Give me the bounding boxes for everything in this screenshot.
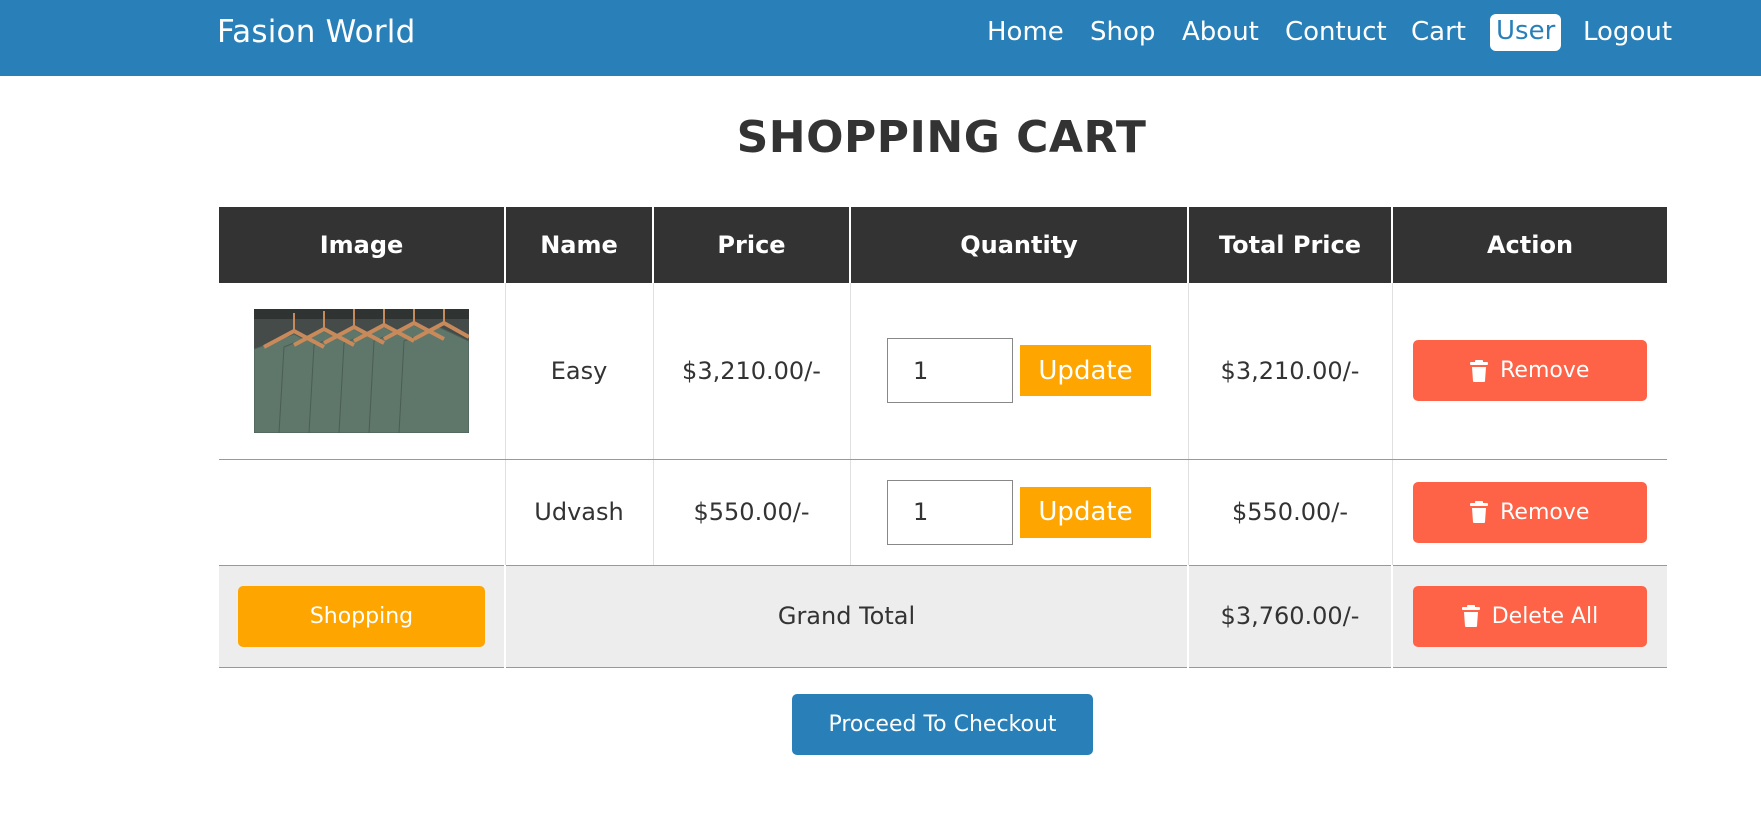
- quantity-input[interactable]: [887, 338, 1013, 404]
- image-cell: [219, 459, 505, 566]
- nav-contact[interactable]: Contuct: [1285, 15, 1387, 49]
- continue-shopping-button[interactable]: Shopping: [238, 585, 485, 647]
- shopping-cell: Shopping: [219, 565, 505, 668]
- grand-total-label: Grand Total: [504, 565, 1188, 668]
- nav-about[interactable]: About: [1182, 15, 1259, 49]
- quantity-input[interactable]: [887, 479, 1013, 545]
- header-image: Image: [219, 207, 505, 283]
- total-price-cell: $550.00/-: [1187, 459, 1392, 566]
- delete-all-cell: Delete All: [1391, 565, 1667, 668]
- header-action: Action: [1391, 207, 1667, 283]
- quantity-cell: Update: [849, 459, 1188, 566]
- update-button[interactable]: Update: [1020, 345, 1151, 397]
- nav-home[interactable]: Home: [987, 15, 1064, 49]
- nav-user[interactable]: User: [1490, 14, 1562, 51]
- trash-icon: [1470, 359, 1489, 382]
- product-image: [254, 308, 470, 433]
- name-cell: Udvash: [504, 459, 653, 566]
- update-button[interactable]: Update: [1020, 486, 1151, 538]
- table-row: Udvash $550.00/- Update $550.00/- Remove: [219, 459, 1667, 566]
- quantity-cell: Update: [849, 283, 1188, 460]
- action-cell: Remove: [1391, 283, 1667, 460]
- delete-all-label: Delete All: [1491, 603, 1599, 629]
- proceed-to-checkout-button[interactable]: Proceed To Checkout: [792, 694, 1093, 755]
- remove-label: Remove: [1500, 499, 1590, 525]
- header-quantity: Quantity: [849, 207, 1188, 283]
- header-name: Name: [504, 207, 653, 283]
- remove-button[interactable]: Remove: [1412, 340, 1647, 402]
- header-total-price: Total Price: [1187, 207, 1392, 283]
- navbar: Fasion World Home Shop About Contuct Car…: [0, 0, 1761, 76]
- table-header-row: Image Name Price Quantity Total Price Ac…: [219, 207, 1667, 283]
- grand-total-row: Shopping Grand Total $3,760.00/- Delete …: [219, 565, 1667, 668]
- price-cell: $550.00/-: [652, 459, 850, 566]
- nav-cart[interactable]: Cart: [1411, 15, 1466, 49]
- cart-table: Image Name Price Quantity Total Price Ac…: [219, 207, 1667, 668]
- table-row: Easy $3,210.00/- Update $3,210.00/- Remo…: [219, 283, 1667, 460]
- image-cell: [219, 283, 505, 460]
- remove-button[interactable]: Remove: [1412, 481, 1647, 543]
- remove-label: Remove: [1500, 358, 1590, 384]
- delete-all-button[interactable]: Delete All: [1413, 585, 1647, 647]
- price-cell: $3,210.00/-: [652, 283, 850, 460]
- page-title: SHOPPING CART: [736, 112, 1147, 163]
- action-cell: Remove: [1391, 459, 1667, 566]
- nav-logout[interactable]: Logout: [1583, 15, 1672, 49]
- grand-total-value: $3,760.00/-: [1187, 565, 1392, 668]
- trash-icon: [1461, 605, 1480, 627]
- header-price: Price: [652, 207, 850, 283]
- nav-shop[interactable]: Shop: [1090, 15, 1155, 49]
- name-cell: Easy: [504, 283, 653, 460]
- trash-icon: [1470, 501, 1489, 523]
- total-price-cell: $3,210.00/-: [1187, 283, 1392, 460]
- nav-links: Home Shop About Contuct Cart User Logout: [0, 0, 1761, 76]
